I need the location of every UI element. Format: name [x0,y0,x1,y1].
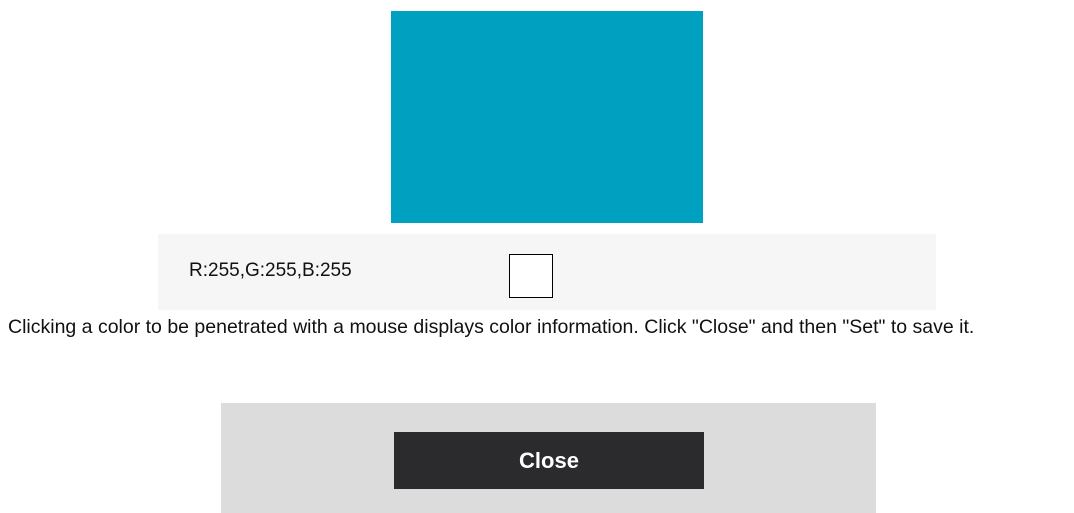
close-button[interactable]: Close [394,432,704,489]
dialog-footer: Close [221,403,876,513]
instructions-text: Clicking a color to be penetrated with a… [8,316,975,338]
color-picker-dialog: R:255,G:255,B:255 Clicking a color to be… [0,0,1074,513]
color-preview-area[interactable] [391,11,703,223]
rgb-value-text: R:255,G:255,B:255 [189,260,352,281]
selected-color-swatch [509,254,553,298]
color-info-bar: R:255,G:255,B:255 [158,234,936,310]
